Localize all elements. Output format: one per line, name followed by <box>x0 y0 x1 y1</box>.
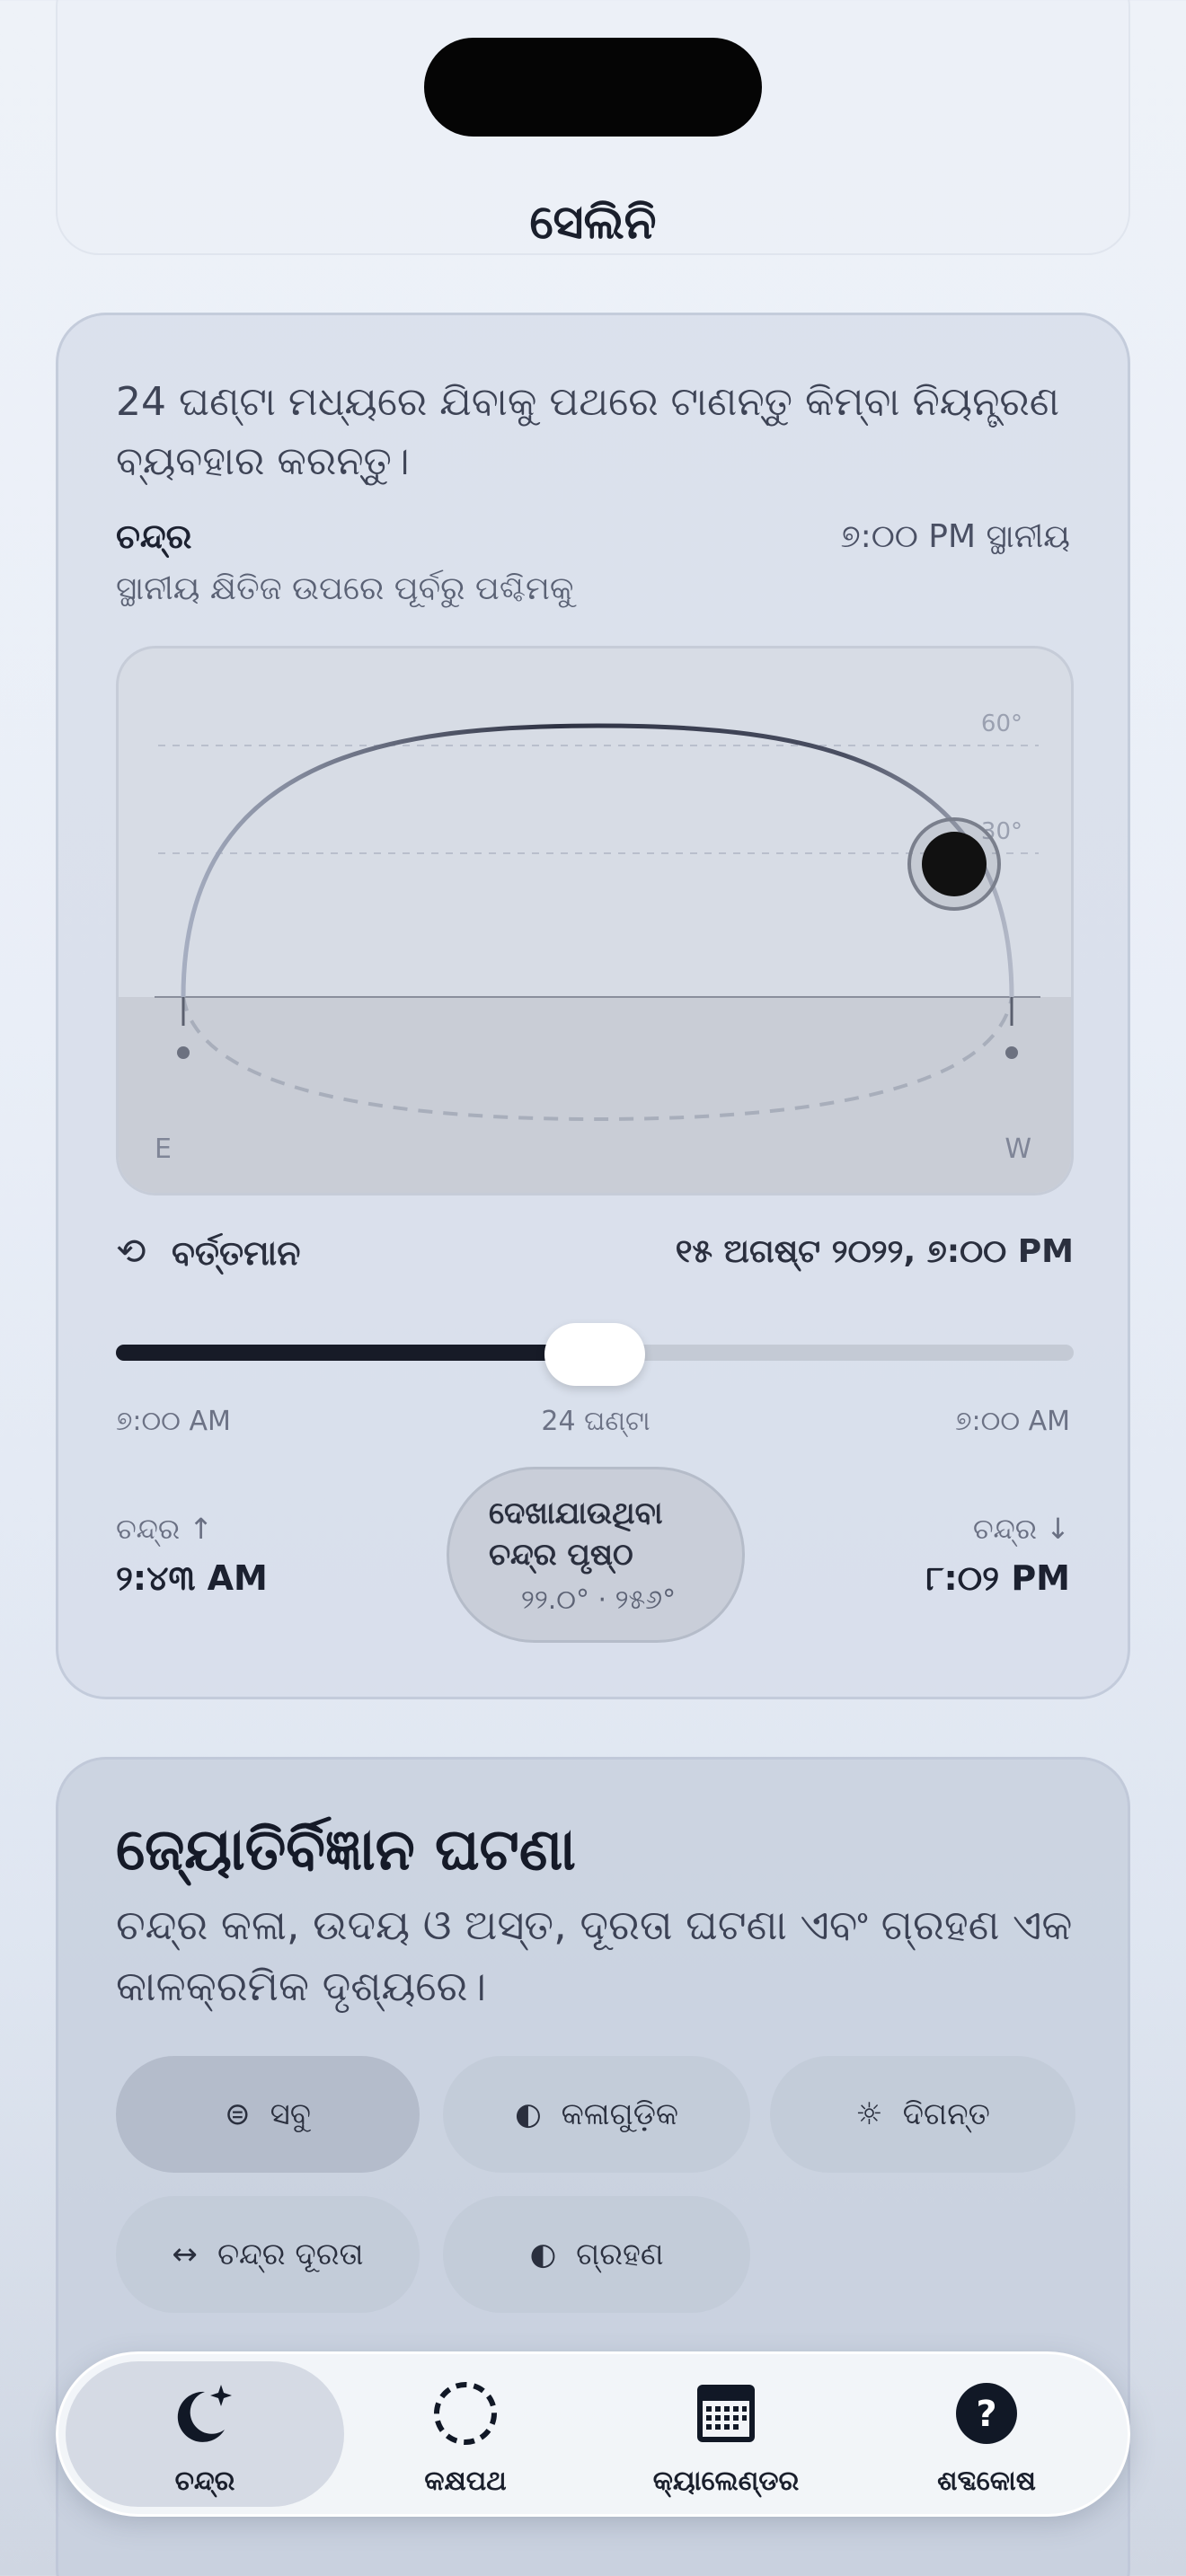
moon-handle[interactable] <box>907 817 1001 911</box>
moon-stars-icon <box>75 2379 335 2448</box>
tab-label: କ୍ୟାଲେଣ୍ଡର <box>652 2466 800 2497</box>
filter-chip-all[interactable]: ⊜ ସବୁ <box>116 2056 420 2173</box>
below-horizon-area <box>119 997 1071 1193</box>
tab-moon[interactable]: ଚନ୍ଦ୍ର <box>75 2354 335 2519</box>
rise-dot <box>177 1046 190 1059</box>
slider-fill <box>116 1345 595 1361</box>
current-time-row: ⟲ ବର୍ତ୍ତମାନ ୧୫ ଅଗଷ୍ଟ ୨୦୨୨, ୭:୦୦ PM <box>116 1228 1074 1282</box>
slider-end-label: ୭:୦୦ AM <box>955 1406 1070 1437</box>
visible-surface-values: ୨୨.୦° · ୨୫୬° <box>520 1584 677 1616</box>
orbit-icon <box>335 2379 596 2448</box>
path-description: ସ୍ଥାନୀୟ କ୍ଷିତିଜ ଉପରେ ପୂର୍ବରୁ ପଶ୍ଚିମକୁ <box>116 570 574 607</box>
altitude-60-label: 60° <box>981 710 1022 737</box>
filter-chip-phases[interactable]: ◐ କଳାଗୁଡ଼ିକ <box>443 2056 750 2173</box>
filter-chip-distance[interactable]: ↔ ଚନ୍ଦ୍ର ଦୂରତା <box>116 2196 420 2313</box>
tab-label: କକ୍ଷପଥ <box>424 2466 507 2497</box>
moon-path-card: 24 ଘଣ୍ଟା ମଧ୍ୟରେ ଯିବାକୁ ପଥରେ ଟାଣନ୍ତୁ କିମ୍… <box>56 313 1130 1699</box>
bottom-tab-bar: ଚନ୍ଦ୍ର କକ୍ଷପଥ କ୍ୟାଲେଣ୍ଡର ? ଶବ୍ଦକୋଷ <box>56 2351 1130 2517</box>
svg-text:?: ? <box>976 2394 996 2435</box>
filter-label: ସବୁ <box>270 2096 311 2132</box>
moonset-time: ୮:୦୨ PM <box>925 1558 1070 1598</box>
tab-orbit[interactable]: କକ୍ଷପଥ <box>335 2354 596 2519</box>
question-icon: ? <box>856 2379 1117 2448</box>
tab-label: ଶବ୍ଦକୋଷ <box>937 2466 1036 2497</box>
now-button[interactable]: ବର୍ତ୍ତମାନ <box>172 1233 300 1274</box>
local-time: ୭:୦୦ PM ସ୍ଥାନୀୟ <box>840 518 1070 555</box>
moonset-label: ଚନ୍ଦ୍ର ↓ <box>972 1512 1070 1546</box>
reset-icon[interactable]: ⟲ <box>116 1231 146 1273</box>
calendar-icon <box>596 2379 856 2448</box>
visible-surface-pill[interactable]: ଦେଖାଯାଉଥିବା ଚନ୍ଦ୍ର ପୃଷ୍ଠ ୨୨.୦° · ୨୫୬° <box>447 1467 745 1643</box>
moon-path-arc <box>181 723 1014 998</box>
filter-label: କଳାଗୁଡ଼ିକ <box>561 2096 679 2132</box>
moonrise-label: ଚନ୍ଦ୍ର ↑ <box>116 1512 214 1546</box>
sky-path-view[interactable]: 60° 30° E W <box>116 646 1074 1195</box>
filter-label: ଦିଗନ୍ତ <box>902 2096 990 2132</box>
east-label: E <box>155 1134 172 1165</box>
app-title: ସେଲିନି <box>529 196 657 250</box>
current-datetime: ୧୫ ଅଗଷ୍ଟ ୨୦୨୨, ୭:୦୦ PM <box>675 1233 1074 1270</box>
filter-label: ଗ୍ରହଣ <box>576 2236 664 2272</box>
object-label: ଚନ୍ଦ୍ର <box>116 516 192 556</box>
filter-chip-eclipse[interactable]: ◐ ଗ୍ରହଣ <box>443 2196 750 2313</box>
tab-label: ଚନ୍ଦ୍ର <box>174 2466 235 2497</box>
sky-path-graphic: 60° 30° <box>119 710 1071 1193</box>
tab-glossary[interactable]: ? ଶବ୍ଦକୋଷ <box>856 2354 1117 2519</box>
drag-instruction: 24 ଘଣ୍ଟା ମଧ୍ୟରେ ଯିବାକୁ ପଥରେ ଟାଣନ୍ତୁ କିମ୍… <box>116 379 1059 484</box>
events-description: ଚନ୍ଦ୍ର କଳା, ଉଦୟ ଓ ଅସ୍ତ, ଦୂରତା ଘଟଣା ଏବଂ ଗ… <box>116 1901 1073 2010</box>
moonrise-time: ୨:୪୩ AM <box>116 1558 268 1598</box>
horizon-icon: ☼ <box>855 2096 883 2132</box>
events-title: ଜ୍ୟୋତିର୍ବିଜ୍ଞାନ ଘଟଣା <box>116 1817 576 1883</box>
half-moon-icon: ◐ <box>514 2096 542 2132</box>
visible-surface-title: ଦେଖାଯାଉଥିବା ଚନ୍ଦ୍ର ପୃଷ୍ଠ <box>489 1495 663 1573</box>
filter-chip-horizon[interactable]: ☼ ଦିଗନ୍ତ <box>770 2056 1075 2173</box>
time-slider[interactable] <box>116 1323 1074 1386</box>
set-dot <box>1005 1046 1018 1059</box>
list-icon: ⊜ <box>225 2096 251 2132</box>
slider-thumb[interactable] <box>544 1323 645 1386</box>
filter-label: ଚନ୍ଦ୍ର ଦୂରତା <box>217 2236 364 2272</box>
arrows-horizontal-icon: ↔ <box>172 2236 198 2272</box>
tab-calendar[interactable]: କ୍ୟାଲେଣ୍ଡର <box>596 2354 856 2519</box>
dynamic-island <box>424 38 762 137</box>
west-label: W <box>1005 1134 1031 1165</box>
half-moon-icon: ◐ <box>529 2236 557 2272</box>
